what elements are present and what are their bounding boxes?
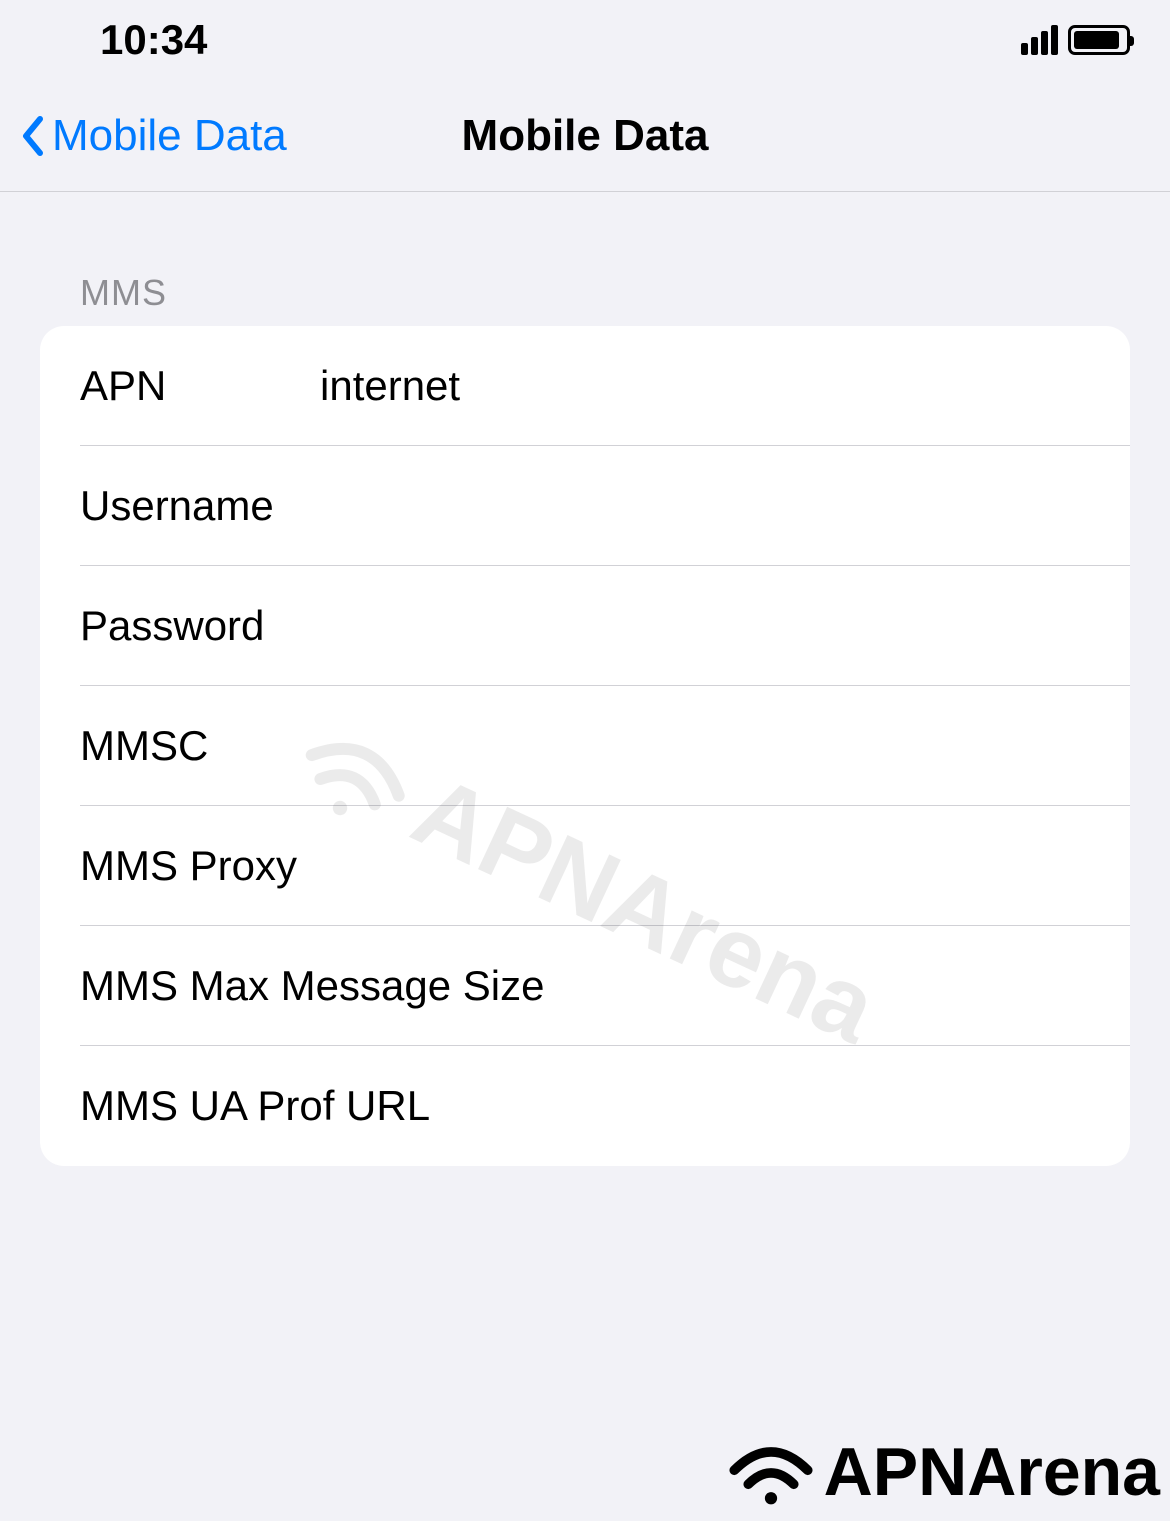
chevron-left-icon [20, 115, 44, 157]
settings-row-mms-ua-prof[interactable]: MMS UA Prof URL [40, 1046, 1130, 1166]
battery-icon [1068, 25, 1130, 55]
mmsc-input[interactable] [320, 722, 1090, 770]
cellular-signal-icon [1021, 25, 1058, 55]
settings-group-mms: APN Username Password MMSC MMS Proxy MMS… [40, 326, 1130, 1166]
status-indicators [1021, 25, 1130, 55]
settings-row-password[interactable]: Password [40, 566, 1130, 686]
apn-input[interactable] [320, 362, 1090, 410]
settings-row-username[interactable]: Username [40, 446, 1130, 566]
password-input[interactable] [320, 602, 1090, 650]
settings-row-mmsc[interactable]: MMSC [40, 686, 1130, 806]
status-bar: 10:34 [0, 0, 1170, 80]
wifi-icon [726, 1437, 816, 1507]
settings-row-apn[interactable]: APN [40, 326, 1130, 446]
row-label: Username [80, 482, 320, 530]
status-time: 10:34 [100, 16, 207, 64]
mms-proxy-input[interactable] [320, 842, 1090, 890]
row-label: MMS UA Prof URL [80, 1082, 1090, 1130]
row-label: MMSC [80, 722, 320, 770]
row-label: Password [80, 602, 320, 650]
back-button[interactable]: Mobile Data [20, 111, 287, 161]
back-label: Mobile Data [52, 111, 287, 161]
row-label: MMS Max Message Size [80, 962, 1090, 1010]
row-label: MMS Proxy [80, 842, 320, 890]
username-input[interactable] [320, 482, 1090, 530]
settings-row-mms-proxy[interactable]: MMS Proxy [40, 806, 1130, 926]
watermark-text: APNArena [824, 1433, 1160, 1511]
watermark-bottom: APNArena [726, 1433, 1160, 1511]
content: MMS APN Username Password MMSC MMS Proxy… [0, 192, 1170, 1166]
section-header-mms: MMS [40, 272, 1130, 326]
navigation-header: Mobile Data Mobile Data [0, 80, 1170, 192]
page-title: Mobile Data [462, 111, 709, 161]
row-label: APN [80, 362, 320, 410]
settings-row-mms-max-size[interactable]: MMS Max Message Size [40, 926, 1130, 1046]
